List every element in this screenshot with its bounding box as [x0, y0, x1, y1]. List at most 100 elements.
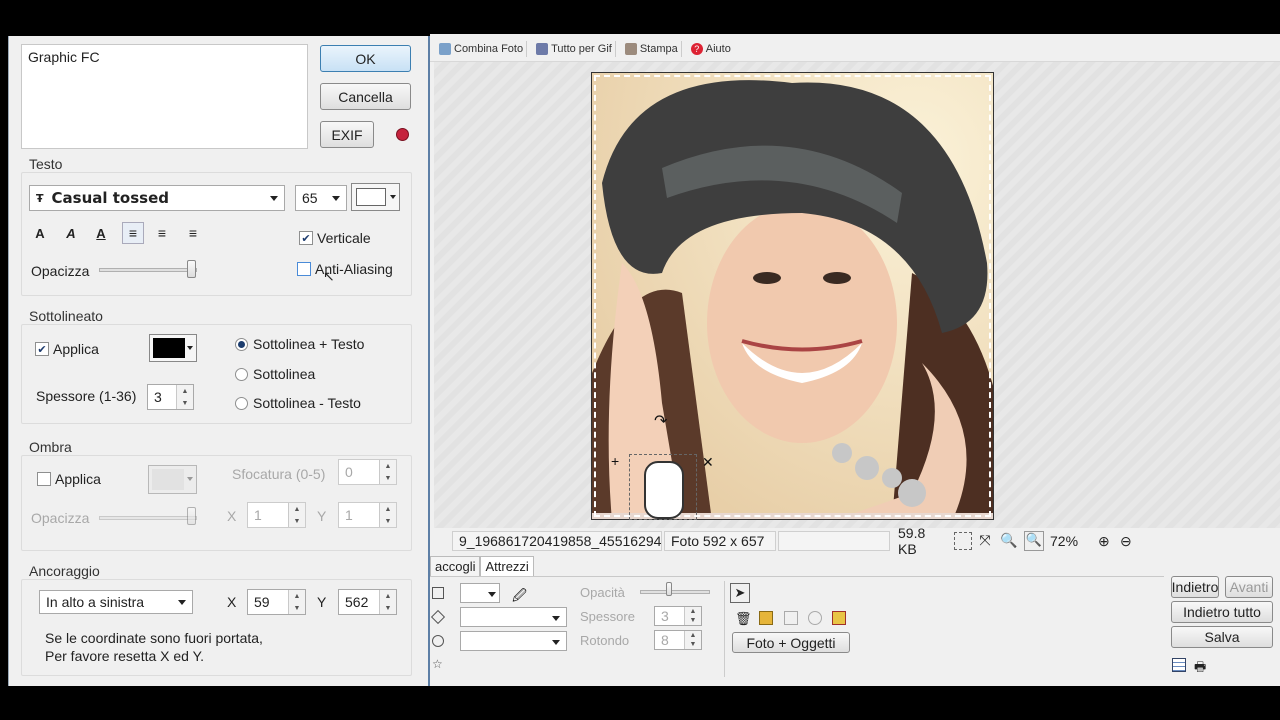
- round-label: Rotondo: [580, 633, 630, 648]
- shadow-color-picker[interactable]: [148, 465, 197, 494]
- align-left-icon[interactable]: ≡: [122, 222, 144, 244]
- send-back-icon[interactable]: [784, 611, 798, 625]
- delete-object-icon[interactable]: ✕: [702, 455, 716, 469]
- toolbar-combine-photo[interactable]: Combina Foto: [436, 40, 528, 57]
- forward-button[interactable]: Avanti: [1225, 576, 1273, 598]
- radio-underline-only-dot[interactable]: [235, 367, 248, 381]
- opacity-slider-track[interactable]: [640, 590, 710, 594]
- font-combo[interactable]: Ŧ Casual tossed: [29, 185, 285, 211]
- shadow-opacity-thumb[interactable]: [187, 507, 196, 525]
- radio-underline-minus-text[interactable]: Sottolinea - Testo: [235, 395, 361, 411]
- zoom-in-icon[interactable]: ⊕: [1098, 533, 1116, 550]
- rect-shape-icon[interactable]: [432, 587, 444, 599]
- radio-underline-text-dot[interactable]: [235, 337, 248, 351]
- mouse-cursor-icon: ↖: [323, 268, 335, 284]
- underline-color-picker[interactable]: [149, 334, 197, 362]
- text-object[interactable]: [629, 454, 697, 520]
- text-input-area[interactable]: Graphic FC: [21, 44, 308, 149]
- shadow-y-spinner[interactable]: 1 ▲ ▼: [338, 502, 397, 528]
- tools-panel: ☆ 🖉 Opacità Spessore 3 ▲ ▼ Rotondo 8 ▲ ▼ ➤ 🗑…: [430, 576, 1164, 680]
- line-style-combo[interactable]: [460, 607, 567, 627]
- color-picker-combo[interactable]: [460, 583, 500, 603]
- anchor-position-combo[interactable]: In alto a sinistra: [39, 590, 193, 614]
- save-button[interactable]: Salva: [1171, 626, 1273, 648]
- top-toolbar: Combina Foto Tutto per Gif Stampa ? Aiut…: [430, 36, 1280, 62]
- pointer-tool-icon[interactable]: ➤: [730, 583, 750, 603]
- delete-tool-icon[interactable]: 🗑: [735, 611, 752, 627]
- text-opacity-thumb[interactable]: [187, 260, 196, 278]
- shadow-x-label: X: [227, 508, 237, 524]
- italic-icon[interactable]: A: [60, 222, 82, 244]
- tab-attrezzi[interactable]: Attrezzi: [480, 556, 534, 576]
- bold-icon[interactable]: A: [29, 222, 51, 244]
- star-shape-icon[interactable]: ☆: [432, 657, 443, 671]
- circle-shape-icon[interactable]: [432, 635, 444, 647]
- back-all-button[interactable]: Indietro tutto: [1171, 601, 1273, 623]
- print-icon[interactable]: 🖶: [1194, 658, 1206, 680]
- radio-underline-only[interactable]: Sottolinea: [235, 366, 315, 382]
- shadow-group-label: Ombra: [29, 439, 72, 455]
- shadow-blur-spinner[interactable]: 0 ▲ ▼: [338, 459, 397, 485]
- rotate-handle-icon[interactable]: ↷: [654, 414, 672, 430]
- group-icon[interactable]: [808, 611, 822, 625]
- anchor-y-label: Y: [317, 594, 327, 610]
- radio-underline-minus-text-dot[interactable]: [235, 396, 248, 410]
- underline-thickness-spinner[interactable]: 3 ▲ ▼: [147, 384, 194, 410]
- photo-objects-button[interactable]: Foto + Oggetti: [732, 632, 850, 653]
- vertical-checkbox-row[interactable]: ✔ Verticale: [299, 230, 371, 246]
- opacity-label: Opacizza: [31, 263, 90, 279]
- round-spinner[interactable]: 8 ▲ ▼: [654, 630, 702, 650]
- align-right-icon[interactable]: ≡: [182, 222, 204, 244]
- shadow-color-swatch: [152, 469, 184, 490]
- opacity-slider-thumb[interactable]: [666, 582, 672, 596]
- fill-style-combo[interactable]: [460, 631, 567, 651]
- shadow-opacity-track[interactable]: [99, 516, 197, 520]
- diamond-shape-icon[interactable]: [430, 609, 446, 625]
- tab-accogli[interactable]: accogli: [430, 556, 481, 576]
- text-color-picker[interactable]: [351, 183, 400, 211]
- top-black-bar: [0, 0, 1280, 34]
- move-handle-icon[interactable]: +: [611, 454, 623, 468]
- shadow-apply-checkbox[interactable]: [37, 472, 51, 486]
- zoom-actual-icon[interactable]: 🔍: [1024, 531, 1044, 551]
- font-type-icon: Ŧ: [36, 191, 44, 205]
- antialias-checkbox[interactable]: [297, 262, 311, 276]
- toolbar-help[interactable]: ? Aiuto: [688, 41, 734, 57]
- bring-front-icon[interactable]: [759, 611, 773, 625]
- combine-photo-icon: [439, 42, 451, 55]
- expand-icon[interactable]: ⤧: [976, 532, 994, 550]
- bottom-black-bar: [0, 686, 1280, 720]
- underline-apply-row[interactable]: ✔ Applica: [35, 341, 99, 357]
- zoom-out-icon[interactable]: ⊖: [1120, 533, 1138, 550]
- ok-button[interactable]: OK: [320, 45, 411, 72]
- cancel-button[interactable]: Cancella: [320, 83, 411, 110]
- list-view-icon[interactable]: [1172, 658, 1186, 672]
- thickness-spinner[interactable]: 3 ▲ ▼: [654, 606, 702, 626]
- antialias-checkbox-row[interactable]: Anti-Aliasing: [297, 261, 393, 277]
- exif-button[interactable]: EXIF: [320, 121, 374, 148]
- selection-marquee: [594, 75, 991, 517]
- layer-icon[interactable]: [832, 611, 846, 625]
- align-center-icon[interactable]: ≡: [151, 222, 173, 244]
- back-button[interactable]: Indietro: [1171, 576, 1219, 598]
- fit-icon[interactable]: [954, 532, 972, 550]
- vertical-checkbox[interactable]: ✔: [299, 231, 313, 245]
- panel-divider: [724, 581, 725, 677]
- text-color-swatch: [356, 188, 386, 206]
- zoom-fit-icon[interactable]: 🔍: [1000, 532, 1018, 550]
- help-icon[interactable]: [396, 128, 409, 141]
- anchor-y-spinner[interactable]: 562 ▲ ▼: [338, 589, 397, 615]
- eyedropper-icon[interactable]: 🖉: [512, 585, 527, 609]
- underline-apply-checkbox[interactable]: ✔: [35, 342, 49, 356]
- font-size-combo[interactable]: 65: [295, 185, 347, 211]
- text-opacity-track[interactable]: [99, 268, 197, 272]
- zoom-level: 72%: [1050, 533, 1079, 549]
- underline-icon[interactable]: A: [90, 222, 112, 244]
- shadow-apply-row[interactable]: Applica: [37, 471, 101, 487]
- radio-underline-text[interactable]: Sottolinea + Testo: [235, 336, 364, 352]
- shadow-opacity-label: Opacizza: [31, 510, 90, 526]
- toolbar-print[interactable]: Stampa: [622, 40, 682, 57]
- shadow-x-spinner[interactable]: 1 ▲ ▼: [247, 502, 306, 528]
- toolbar-gif[interactable]: Tutto per Gif: [533, 40, 616, 57]
- anchor-x-spinner[interactable]: 59 ▲ ▼: [247, 589, 306, 615]
